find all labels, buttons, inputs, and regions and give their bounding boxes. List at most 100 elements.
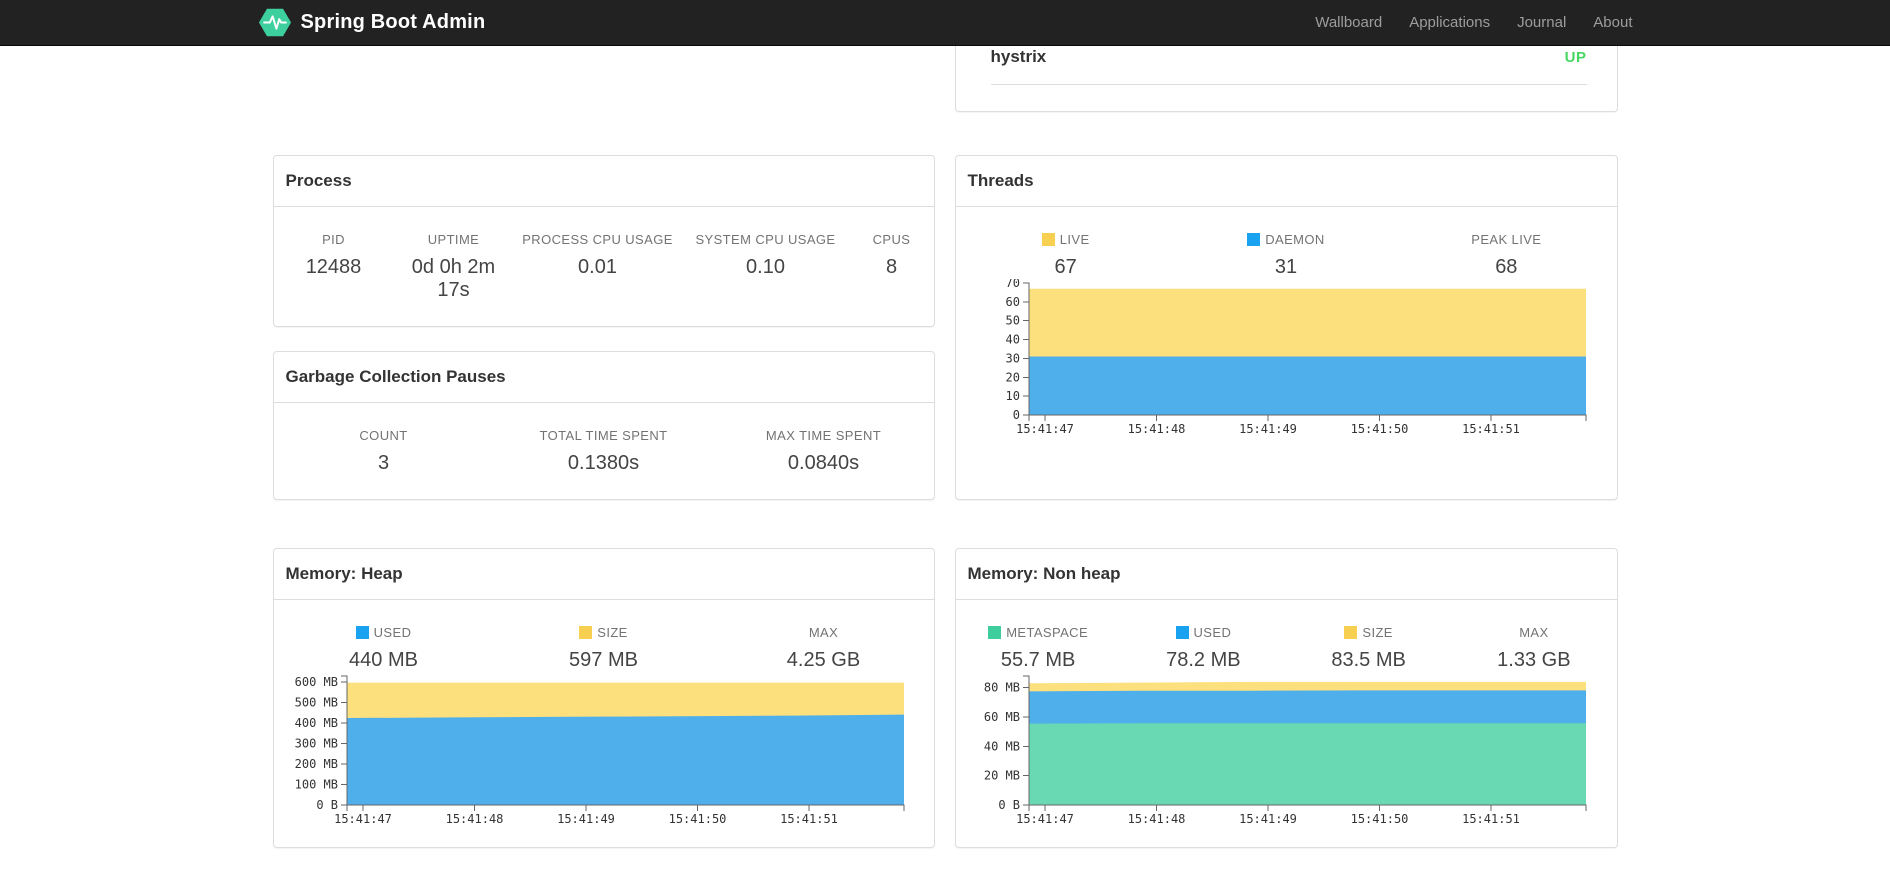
svg-text:20 MB: 20 MB <box>983 769 1019 783</box>
svg-text:0 B: 0 B <box>998 798 1020 812</box>
svg-text:70: 70 <box>1005 279 1019 290</box>
stat-uptime: UPTIME 0d 0h 2m 17s <box>394 232 514 302</box>
stat-nonheap-max: MAX 1.33 GB <box>1451 625 1616 672</box>
application-status-row: hystrix UP <box>990 46 1587 85</box>
stat-label: DAEMON <box>1176 232 1396 247</box>
navbar-brand[interactable]: Spring Boot Admin <box>258 7 486 38</box>
stat-pid: PID 12488 <box>274 232 394 302</box>
memory-heap-stats: USED 440 MB SIZE 597 MB MAX 4.25 GB <box>274 600 934 672</box>
svg-text:20: 20 <box>1005 370 1019 384</box>
stat-label: LIVE <box>956 232 1176 247</box>
svg-text:15:41:49: 15:41:49 <box>557 812 615 826</box>
stat-label: SYSTEM CPU USAGE <box>695 232 836 247</box>
stat-label: UPTIME <box>427 232 480 247</box>
stat-label: METASPACE <box>956 625 1121 640</box>
process-panel: Process PID 12488 UPTIME 0d 0h 2m 17s PR… <box>272 155 935 327</box>
legend-swatch-used <box>1175 626 1189 639</box>
svg-text:0: 0 <box>1012 408 1019 422</box>
stat-value: 0d 0h 2m 17s <box>411 256 496 301</box>
stat-nonheap-size: SIZE 83.5 MB <box>1286 625 1451 672</box>
svg-text:15:41:48: 15:41:48 <box>1127 422 1185 436</box>
memory-heap-panel-title: Memory: Heap <box>273 549 934 600</box>
stat-label: SIZE <box>1286 625 1451 640</box>
svg-text:300 MB: 300 MB <box>294 737 337 751</box>
stat-nonheap-used: USED 78.2 MB <box>1121 625 1286 672</box>
svg-text:50: 50 <box>1005 314 1019 328</box>
stat-label: COUNT <box>359 428 408 443</box>
stat-value: 440 MB <box>349 649 418 671</box>
stat-value: 8 <box>885 256 898 278</box>
svg-text:15:41:47: 15:41:47 <box>1016 422 1074 436</box>
nav-item-about[interactable]: About <box>1593 14 1632 31</box>
legend-swatch-used <box>355 626 369 639</box>
stat-threads-daemon: DAEMON 31 <box>1176 232 1396 279</box>
svg-text:500 MB: 500 MB <box>294 696 337 710</box>
threads-stats: LIVE 67 DAEMON 31 PEAK LIVE 68 <box>956 207 1617 279</box>
legend-swatch-size <box>1344 626 1358 639</box>
stat-value: 597 MB <box>569 649 638 671</box>
stat-gc-max-time: MAX TIME SPENT 0.0840s <box>714 428 934 475</box>
legend-swatch-size <box>579 626 593 639</box>
gc-panel-title: Garbage Collection Pauses <box>273 352 934 403</box>
legend-swatch-metaspace <box>988 626 1002 639</box>
stat-label: MAX <box>1519 625 1549 640</box>
stat-value: 1.33 GB <box>1497 649 1571 671</box>
svg-text:80 MB: 80 MB <box>983 681 1019 695</box>
stat-label: SIZE <box>494 625 714 640</box>
stat-label-text: SIZE <box>1362 625 1393 640</box>
stat-value: 68 <box>1495 256 1518 278</box>
stat-heap-size: SIZE 597 MB <box>494 625 714 672</box>
stat-heap-used: USED 440 MB <box>274 625 494 672</box>
svg-text:15:41:48: 15:41:48 <box>445 812 503 826</box>
stat-label-text: USED <box>1193 625 1232 640</box>
svg-text:15:41:50: 15:41:50 <box>1350 812 1408 826</box>
svg-text:15:41:47: 15:41:47 <box>334 812 392 826</box>
memory-heap-chart: 0 B 100 MB 200 MB 300 MB 400 MB 500 MB 600 MB 1… <box>274 672 934 847</box>
stat-label: USED <box>274 625 494 640</box>
svg-text:0 B: 0 B <box>316 798 338 812</box>
svg-text:15:41:47: 15:41:47 <box>1016 812 1074 826</box>
stat-value: 31 <box>1274 256 1298 278</box>
stat-label-text: DAEMON <box>1265 232 1325 247</box>
stat-label: MAX <box>808 625 839 640</box>
nav-item-journal[interactable]: Journal <box>1517 14 1566 31</box>
svg-text:100 MB: 100 MB <box>294 778 337 792</box>
spring-boot-admin-logo-icon <box>258 7 292 38</box>
stat-threads-peak-live: PEAK LIVE 68 <box>1396 232 1616 279</box>
left-column: Process PID 12488 UPTIME 0d 0h 2m 17s PR… <box>272 155 935 500</box>
stat-nonheap-metaspace: METASPACE 55.7 MB <box>956 625 1121 672</box>
svg-text:15:41:51: 15:41:51 <box>1462 422 1520 436</box>
memory-nonheap-panel: Memory: Non heap METASPACE 55.7 MB USED … <box>954 548 1618 848</box>
nav-menu: Wallboard Applications Journal About <box>1315 14 1632 31</box>
navbar-container: Spring Boot Admin Wallboard Applications… <box>258 0 1633 45</box>
legend-swatch-live <box>1041 233 1055 246</box>
application-name-link[interactable]: hystrix <box>991 47 1047 67</box>
stat-value: 67 <box>1054 256 1077 278</box>
gc-stats: COUNT 3 TOTAL TIME SPENT 0.1380s MAX TIM… <box>274 403 934 499</box>
memory-nonheap-panel-title: Memory: Non heap <box>955 549 1617 600</box>
stat-process-cpu-usage: PROCESS CPU USAGE 0.01 <box>514 232 682 302</box>
svg-text:15:41:48: 15:41:48 <box>1127 812 1185 826</box>
stat-label: USED <box>1121 625 1286 640</box>
status-badge: UP <box>1564 49 1587 66</box>
svg-text:30: 30 <box>1005 351 1019 365</box>
nav-item-applications[interactable]: Applications <box>1409 14 1490 31</box>
brand-title: Spring Boot Admin <box>300 11 486 33</box>
stat-value: 0.10 <box>746 256 785 278</box>
process-stats: PID 12488 UPTIME 0d 0h 2m 17s PROCESS CP… <box>274 207 934 326</box>
svg-text:15:41:50: 15:41:50 <box>668 812 726 826</box>
stat-value: 4.25 GB <box>786 649 861 671</box>
stat-value: 78.2 MB <box>1166 649 1241 671</box>
nav-item-wallboard[interactable]: Wallboard <box>1315 14 1382 31</box>
stat-label: TOTAL TIME SPENT <box>539 428 668 443</box>
application-status-panel: hystrix UP <box>954 46 1618 112</box>
svg-text:60: 60 <box>1005 295 1019 309</box>
stat-label: PROCESS CPU USAGE <box>522 232 673 247</box>
stat-gc-count: COUNT 3 <box>274 428 494 475</box>
stat-value: 3 <box>377 452 390 474</box>
main-content: hystrix UP Process PID 12488 UPTIME 0d 0… <box>272 46 1618 848</box>
stat-label: MAX TIME SPENT <box>765 428 882 443</box>
stat-label: PID <box>322 232 345 247</box>
stat-cpus: CPUS 8 <box>850 232 934 302</box>
stat-value: 0.1380s <box>567 452 640 474</box>
